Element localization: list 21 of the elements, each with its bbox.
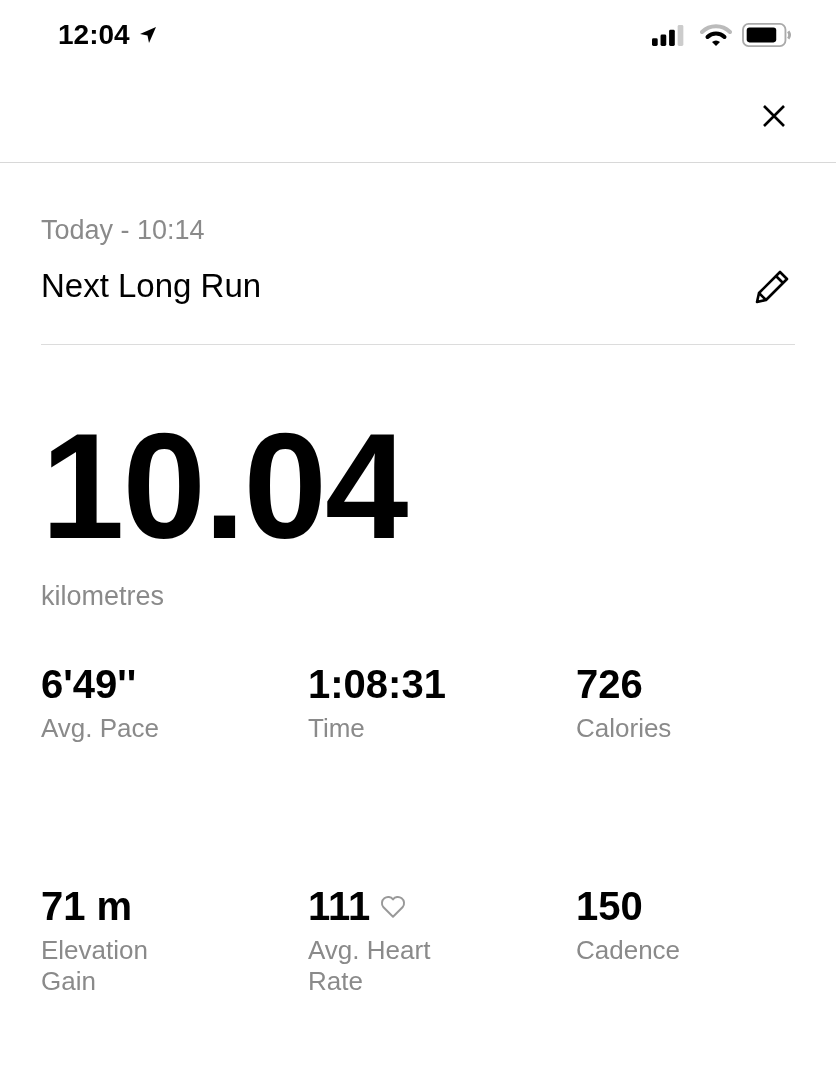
distance-value: 10.04 <box>41 411 409 561</box>
status-time: 12:04 <box>58 19 130 51</box>
activity-title: Next Long Run <box>41 267 262 305</box>
stat-value: 150 <box>576 884 643 930</box>
close-icon[interactable] <box>762 104 786 128</box>
stat-label: Cadence <box>576 935 682 967</box>
stat-label: Calories <box>576 713 673 745</box>
stat-value: 726 <box>576 662 643 707</box>
wifi-icon <box>700 23 732 47</box>
battery-icon <box>742 23 792 47</box>
activity-date: Today - 10:14 <box>41 215 206 246</box>
stat-label: Time <box>308 713 366 745</box>
stat-label: Avg. Pace <box>41 713 161 745</box>
stat-value: 1:08:31 <box>308 662 446 707</box>
stat-label: Elevation Gain <box>41 935 149 998</box>
heart-icon <box>380 894 407 919</box>
distance-unit: kilometres <box>41 581 166 612</box>
stat-label: Avg. Heart Rate <box>308 935 432 998</box>
stat-value: 71 m <box>41 884 133 930</box>
stat-value: 6'49'' <box>41 662 137 707</box>
stat-value: 111 <box>308 884 371 930</box>
